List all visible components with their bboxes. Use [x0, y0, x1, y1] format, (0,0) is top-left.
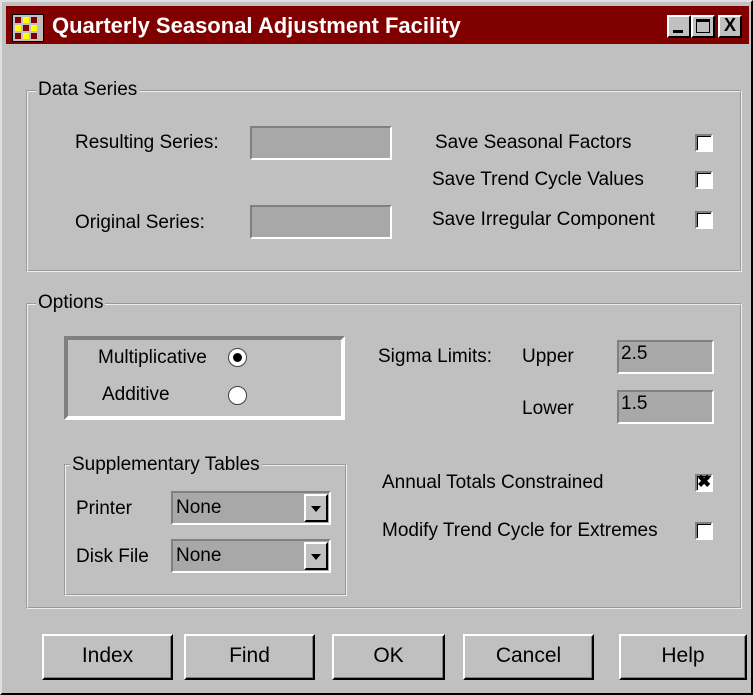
title-bar[interactable]: Quarterly Seasonal Adjustment Facility X	[6, 6, 749, 44]
maximize-button[interactable]	[691, 15, 715, 38]
upper-sigma-input[interactable]: 2.5	[617, 340, 714, 374]
disk-file-dropdown[interactable]: None	[171, 539, 331, 573]
index-button[interactable]: Index	[42, 634, 173, 680]
window-title: Quarterly Seasonal Adjustment Facility	[52, 13, 461, 38]
close-icon: X	[723, 15, 736, 35]
supplementary-tables-group	[64, 464, 347, 596]
additive-radio[interactable]	[228, 386, 247, 405]
chevron-down-icon	[311, 506, 321, 512]
printer-dropdown-button[interactable]	[304, 494, 328, 522]
dialog-window: Quarterly Seasonal Adjustment Facility X…	[0, 0, 753, 695]
save-trend-cycle-checkbox[interactable]	[695, 171, 713, 189]
help-button[interactable]: Help	[619, 634, 747, 680]
save-seasonal-factors-label: Save Seasonal Factors	[435, 132, 632, 153]
save-seasonal-factors-checkbox[interactable]	[695, 134, 713, 152]
sigma-limits-label: Sigma Limits:	[378, 346, 493, 367]
modify-trend-cycle-checkbox[interactable]	[695, 522, 713, 540]
check-mark-icon: ✖	[697, 472, 712, 491]
modify-trend-cycle-label: Modify Trend Cycle for Extremes	[382, 520, 658, 541]
lower-label: Lower	[522, 398, 574, 419]
minimize-icon	[673, 30, 683, 33]
save-irregular-component-checkbox[interactable]	[695, 211, 713, 229]
resulting-series-input[interactable]	[250, 126, 392, 160]
minimize-button[interactable]	[667, 15, 691, 38]
printer-dropdown[interactable]: None	[171, 491, 331, 525]
annual-totals-label: Annual Totals Constrained	[382, 472, 604, 493]
data-series-label: Data Series	[36, 79, 140, 100]
ok-button[interactable]: OK	[332, 634, 445, 680]
chevron-down-icon	[311, 554, 321, 560]
options-label: Options	[36, 292, 106, 313]
disk-file-dropdown-button[interactable]	[304, 542, 328, 570]
printer-value: None	[176, 497, 222, 518]
upper-label: Upper	[522, 346, 574, 367]
radio-selected-dot	[233, 353, 242, 362]
disk-file-label: Disk File	[76, 546, 149, 567]
additive-label: Additive	[102, 384, 170, 405]
disk-file-value: None	[176, 545, 222, 566]
close-button[interactable]: X	[718, 15, 742, 38]
original-series-input[interactable]	[250, 205, 392, 239]
supplementary-tables-label: Supplementary Tables	[70, 454, 262, 475]
multiplicative-radio[interactable]	[228, 348, 247, 367]
maximize-icon	[696, 19, 710, 33]
multiplicative-label: Multiplicative	[98, 347, 207, 368]
original-series-label: Original Series:	[75, 212, 205, 233]
save-irregular-component-label: Save Irregular Component	[432, 209, 655, 230]
cancel-button[interactable]: Cancel	[463, 634, 594, 680]
lower-sigma-input[interactable]: 1.5	[617, 390, 714, 424]
find-button[interactable]: Find	[184, 634, 315, 680]
annual-totals-checkbox[interactable]: ✖	[695, 472, 713, 492]
app-icon	[12, 14, 44, 42]
printer-label: Printer	[76, 498, 132, 519]
resulting-series-label: Resulting Series:	[75, 132, 219, 153]
save-trend-cycle-label: Save Trend Cycle Values	[432, 169, 644, 190]
